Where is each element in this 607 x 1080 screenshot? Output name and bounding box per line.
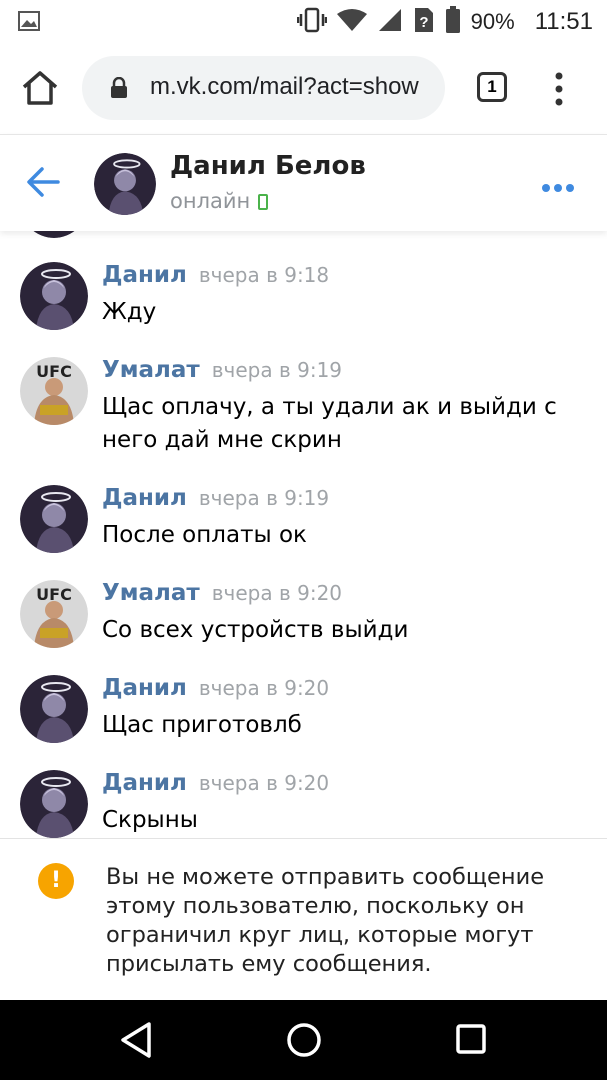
author-name[interactable]: Данил xyxy=(102,485,187,511)
status-bar: ? 90% 11:51 xyxy=(0,0,607,42)
circle-home-icon xyxy=(287,1023,321,1057)
message-text: Со всех устройств выйди xyxy=(102,617,409,643)
tab-switcher-button[interactable]: 1 xyxy=(477,72,507,102)
home-button[interactable] xyxy=(20,68,60,108)
message-time: вчера в 9:20 xyxy=(198,676,330,700)
system-nav-bar xyxy=(0,1000,607,1080)
message-time: вчера в 9:18 xyxy=(198,263,330,287)
svg-text:?: ? xyxy=(419,14,428,31)
online-status: онлайн xyxy=(170,189,269,213)
notice-text: Вы не можете отправить сообщение этому п… xyxy=(106,864,545,977)
chat-header: Данил Белов онлайн xyxy=(0,134,607,231)
warning-icon: ! xyxy=(38,863,74,899)
halo-avatar[interactable] xyxy=(20,675,88,743)
overflow-menu-button[interactable] xyxy=(551,72,567,106)
author-name[interactable]: Данил xyxy=(102,262,187,288)
lock-icon xyxy=(110,76,128,103)
browser-toolbar: m.vk.com/mail?act=show 1 xyxy=(0,42,607,134)
message-text: Щас оплачу, а ты удали ак и выйди с него… xyxy=(102,394,557,453)
halo-avatar[interactable] xyxy=(20,770,88,838)
more-vert-icon xyxy=(555,72,563,106)
back-button[interactable] xyxy=(24,165,62,199)
triangle-back-icon xyxy=(121,1022,151,1058)
author-name[interactable]: Данил xyxy=(102,675,187,701)
clock: 11:51 xyxy=(534,8,593,35)
battery-percent: 90% xyxy=(470,9,515,34)
online-status-label: онлайн xyxy=(170,189,251,213)
message-author[interactable]: Умалат вчера в 9:19 xyxy=(102,357,342,383)
vibrate-icon xyxy=(296,7,327,37)
mobile-online-icon xyxy=(258,194,269,210)
message-list[interactable]: Данил вчера в 9:18 Жду UFC Умалат вчера в … xyxy=(0,230,607,838)
halo-avatar[interactable] xyxy=(20,485,88,553)
no-sim-icon: ? xyxy=(413,6,435,38)
author-name[interactable]: Умалат xyxy=(102,580,200,606)
wifi-icon xyxy=(336,8,367,36)
ufc-avatar[interactable]: UFC xyxy=(20,357,88,425)
battery-icon xyxy=(445,6,461,38)
ufc-avatar[interactable]: UFC xyxy=(20,580,88,648)
halo-avatar[interactable] xyxy=(20,262,88,330)
message-time: вчера в 9:19 xyxy=(211,358,343,382)
message-author[interactable]: Данил вчера в 9:20 xyxy=(102,675,329,701)
message-time: вчера в 9:20 xyxy=(211,581,343,605)
url-bar[interactable]: m.vk.com/mail?act=show xyxy=(82,56,445,120)
author-name[interactable]: Умалат xyxy=(102,357,200,383)
message-text: Щас приготовлб xyxy=(102,712,302,738)
gallery-notification-icon xyxy=(18,10,40,36)
nav-recents-button[interactable] xyxy=(456,1024,486,1054)
arrow-left-icon xyxy=(27,167,60,197)
avatar xyxy=(20,230,88,238)
message-author[interactable]: Данил вчера в 9:18 xyxy=(102,262,329,288)
chat-menu-button[interactable] xyxy=(541,178,575,192)
message-author[interactable]: Данил вчера в 9:20 xyxy=(102,770,329,796)
signal-icon xyxy=(377,7,403,37)
message-text: После оплаты ок xyxy=(102,522,307,548)
chat-title: Данил Белов xyxy=(170,151,366,181)
nav-home-button[interactable] xyxy=(286,1022,322,1058)
message-author[interactable]: Умалат вчера в 9:20 xyxy=(102,580,342,606)
url-text: m.vk.com/mail?act=show xyxy=(150,73,419,100)
message-author[interactable]: Данил вчера в 9:19 xyxy=(102,485,329,511)
chat-avatar[interactable] xyxy=(94,153,156,215)
square-recents-icon xyxy=(456,1024,486,1054)
message-time: вчера в 9:20 xyxy=(198,771,330,795)
message-time: вчера в 9:19 xyxy=(198,486,330,510)
message-text: Жду xyxy=(102,299,157,325)
home-icon xyxy=(22,71,58,105)
nav-back-button[interactable] xyxy=(118,1020,154,1060)
more-horizontal-icon xyxy=(542,184,574,192)
author-name[interactable]: Данил xyxy=(102,770,187,796)
message-text: Скрыны xyxy=(102,807,198,833)
halo-avatar-image xyxy=(94,153,156,215)
send-restricted-notice: ! Вы не можете отправить сообщение этому… xyxy=(0,838,607,1001)
